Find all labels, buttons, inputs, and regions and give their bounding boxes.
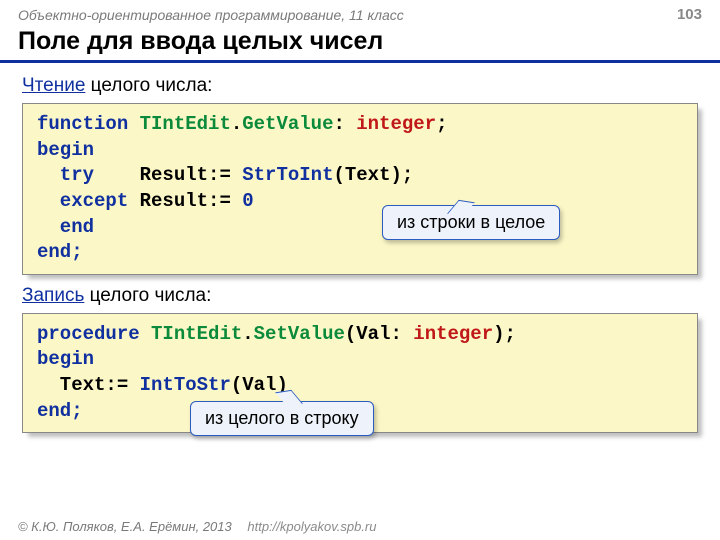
read-callout: из строки в целое: [382, 205, 560, 240]
write-section-label: Запись целого числа:: [22, 285, 698, 307]
course-title: Объектно-ориентированное программировани…: [18, 7, 404, 23]
page-number: 103: [677, 6, 702, 23]
read-code-block: function TIntEdit.GetValue: integer; beg…: [22, 103, 698, 275]
write-code-wrap: procedure TIntEdit.SetValue(Val: integer…: [22, 313, 698, 434]
read-label-rest: целого числа:: [85, 75, 212, 96]
read-section-label: Чтение целого числа:: [22, 75, 698, 97]
footer-copyright: © К.Ю. Поляков, Е.А. Ерёмин, 2013: [18, 519, 232, 534]
slide-content: Чтение целого числа: function TIntEdit.G…: [0, 63, 720, 433]
write-label-keyword: Запись: [22, 285, 84, 306]
write-callout: из целого в строку: [190, 401, 374, 436]
write-label-rest: целого числа:: [84, 285, 211, 306]
read-label-keyword: Чтение: [22, 75, 85, 96]
slide-footer: © К.Ю. Поляков, Е.А. Ерёмин, 2013 http:/…: [18, 519, 376, 534]
read-code-wrap: function TIntEdit.GetValue: integer; beg…: [22, 103, 698, 275]
footer-url: http://kpolyakov.spb.ru: [247, 519, 376, 534]
slide-title: Поле для ввода целых чисел: [0, 25, 720, 63]
slide-header: Объектно-ориентированное программировани…: [0, 0, 720, 25]
